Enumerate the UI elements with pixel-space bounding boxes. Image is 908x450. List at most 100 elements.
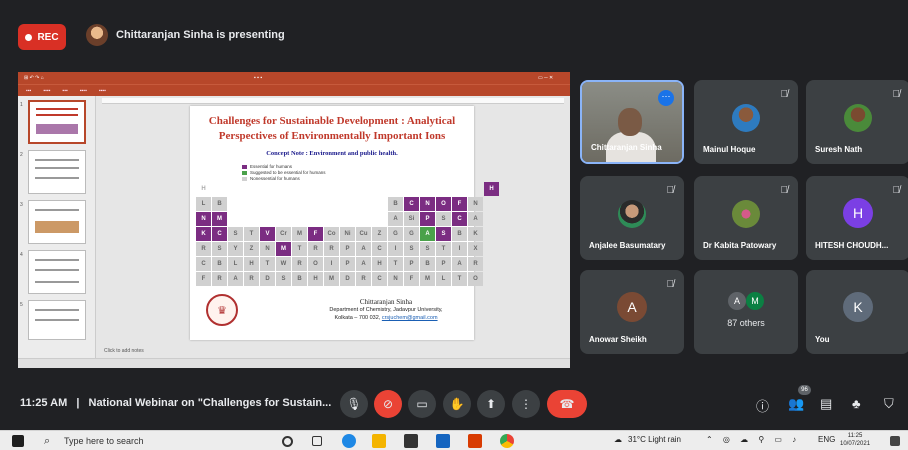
- more-options-button[interactable]: ⋮: [512, 390, 540, 418]
- notifications-icon[interactable]: [890, 436, 900, 446]
- ppt-ribbon: ▪▪▪ ▪▪▪▪ ▪▪▪ ▪▪▪▪ ▪▪▪▪: [18, 84, 570, 96]
- element-cell: P: [340, 242, 355, 256]
- ppt-ribbon-tab: ▪▪▪: [62, 87, 68, 94]
- tray-icons[interactable]: ⌃ ◎ ☁ ⚲ ▭ ♪: [706, 435, 800, 444]
- info-icon[interactable]: ⓘ: [756, 396, 769, 415]
- raise-hand-button[interactable]: ✋: [443, 390, 471, 418]
- meet-controls: 11:25 AM | National Webinar on "Challeng…: [0, 380, 908, 426]
- activities-icon[interactable]: ♣: [852, 396, 861, 411]
- element-cell: A: [356, 257, 371, 271]
- element-cell: H: [484, 182, 499, 196]
- more-options-icon[interactable]: ⋯: [658, 90, 674, 106]
- edge-icon[interactable]: [342, 434, 356, 448]
- element-cell: X: [468, 242, 483, 256]
- element-cell: T: [388, 257, 403, 271]
- element-cell: T: [260, 257, 275, 271]
- windows-start-icon[interactable]: [12, 435, 24, 447]
- element-cell: R: [356, 272, 371, 286]
- ppt-ribbon-tab: ▪▪▪: [26, 87, 32, 94]
- participant-name: You: [815, 335, 830, 344]
- ppt-title-bar: ⊞ ↶ ↷ ⌂ ▪ ▪ ▪ ▭ ─ ✕: [18, 72, 570, 84]
- author-name: Chittaranjan Sinha: [359, 298, 413, 306]
- chrome-icon[interactable]: [500, 434, 514, 448]
- element-cell: H: [196, 182, 211, 196]
- notes-placeholder[interactable]: Click to add notes: [104, 348, 144, 354]
- slide-thumbnail[interactable]: [28, 250, 86, 294]
- legend-suggested: Suggested to be essential for humans: [250, 170, 326, 175]
- language-indicator[interactable]: ENG: [818, 435, 835, 444]
- mic-off-icon: 🎙̸: [666, 279, 675, 290]
- element-cell: S: [404, 242, 419, 256]
- office-icon[interactable]: [468, 434, 482, 448]
- slide-thumbnail[interactable]: [28, 200, 86, 244]
- taskbar-clock[interactable]: 11:25 10/07/2021: [840, 432, 870, 448]
- periodic-legend: Essential for humans Suggested to be ess…: [242, 164, 326, 182]
- mic-icon: 🎙: [346, 397, 362, 411]
- ppt-status-bar: [18, 358, 570, 368]
- element-cell: B: [420, 257, 435, 271]
- element-cell: G: [404, 227, 419, 241]
- captions-button[interactable]: ▭: [408, 390, 436, 418]
- slide-thumbnail[interactable]: [28, 300, 86, 340]
- others-tile[interactable]: A M 87 others: [694, 270, 798, 354]
- slide-thumbnails: 1 2 3 4 5: [18, 96, 96, 358]
- store-icon[interactable]: [404, 434, 418, 448]
- ppt-doc-title: ▪ ▪ ▪: [254, 75, 263, 81]
- element-cell: R: [196, 242, 211, 256]
- element-cell: S: [436, 227, 451, 241]
- element-cell: C: [196, 257, 211, 271]
- element-cell: C: [372, 242, 387, 256]
- mic-off-icon: 🎙̸: [892, 185, 901, 196]
- captions-icon: ▭: [416, 397, 428, 411]
- element-cell: K: [468, 227, 483, 241]
- slide-title: Challenges for Sustainable Development :…: [208, 115, 456, 142]
- element-cell: N: [260, 242, 275, 256]
- camera-off-button[interactable]: ⊘: [374, 390, 402, 418]
- taskbar-time: 11:25: [847, 433, 863, 439]
- participant-tile[interactable]: 🎙̸ Anjalee Basumatary: [580, 176, 684, 260]
- weather-text[interactable]: 31°C Light rain: [628, 435, 681, 444]
- participant-avatar: [618, 200, 646, 228]
- participant-tile[interactable]: 🎙̸ Dr Kabita Patowary: [694, 176, 798, 260]
- element-cell: S: [228, 227, 243, 241]
- element-cell: G: [388, 227, 403, 241]
- element-cell: A: [468, 212, 483, 226]
- participant-tile[interactable]: ⋯ Chittaranjan Sinha: [580, 80, 684, 164]
- file-explorer-icon[interactable]: [372, 434, 386, 448]
- record-dot-icon: [25, 33, 33, 41]
- participant-tile[interactable]: 🎙̸ Mainul Hoque: [694, 80, 798, 164]
- element-cell: M: [276, 242, 291, 256]
- present-button[interactable]: ⬆: [477, 390, 505, 418]
- slide-thumbnail[interactable]: [28, 100, 86, 144]
- author-email[interactable]: crsjuchem@gmail.com: [382, 315, 438, 321]
- presenter-text: Chittaranjan Sinha is presenting: [116, 29, 285, 41]
- recording-badge[interactable]: REC: [18, 24, 66, 50]
- participant-tile[interactable]: 🎙̸ H HITESH CHOUDH...: [806, 176, 908, 260]
- participant-tile[interactable]: 🎙̸ A Anowar Sheikh: [580, 270, 684, 354]
- participant-name: Anowar Sheikh: [589, 335, 647, 344]
- element-cell: L: [436, 272, 451, 286]
- cortana-icon[interactable]: [282, 436, 293, 447]
- mic-button[interactable]: 🎙: [340, 390, 368, 418]
- element-cell: R: [324, 242, 339, 256]
- ppt-window-controls: ▭ ─ ✕: [538, 75, 554, 81]
- chat-icon[interactable]: ▤: [820, 396, 832, 412]
- host-controls-icon[interactable]: ⛉: [884, 396, 894, 412]
- meeting-time: 11:25 AM: [20, 397, 68, 409]
- people-icon[interactable]: 👥: [788, 396, 804, 412]
- element-cell: D: [260, 272, 275, 286]
- element-cell: T: [244, 227, 259, 241]
- taskbar-search[interactable]: ⌕ Type here to search: [38, 433, 266, 449]
- self-tile[interactable]: K You: [806, 270, 908, 354]
- element-cell: S: [212, 242, 227, 256]
- legend-nonessential: Nonessential for humans: [250, 176, 300, 181]
- mail-icon[interactable]: [436, 434, 450, 448]
- others-avatar: A: [728, 292, 746, 310]
- meet-window: REC Chittaranjan Sinha is presenting ⊞ ↶…: [0, 0, 908, 450]
- task-view-icon[interactable]: [312, 436, 322, 446]
- slide-thumbnail[interactable]: [28, 150, 86, 194]
- element-cell: C: [404, 197, 419, 211]
- element-cell: K: [196, 227, 211, 241]
- leave-call-button[interactable]: ☎: [547, 390, 587, 418]
- participant-tile[interactable]: 🎙̸ Suresh Nath: [806, 80, 908, 164]
